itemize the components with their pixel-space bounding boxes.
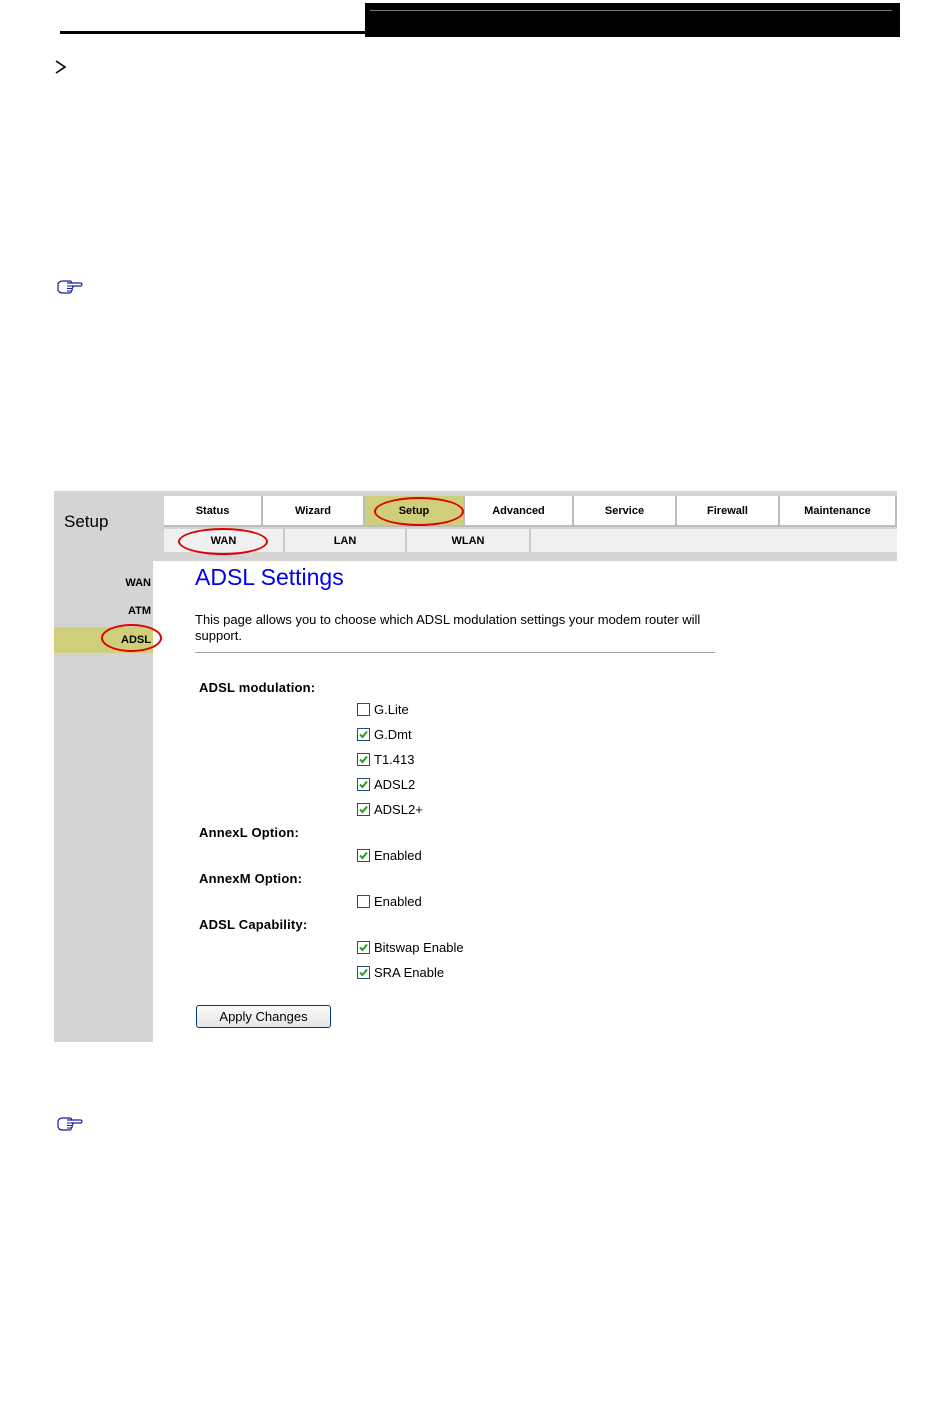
header-bar [365, 3, 900, 37]
sidebar-item-wan[interactable]: WAN [54, 570, 153, 596]
pointing-hand-icon [56, 279, 84, 295]
ui-section-title: Setup [64, 512, 109, 531]
checkbox-box[interactable] [357, 803, 370, 816]
checkbox-label: Enabled [374, 848, 422, 863]
page-title: ADSL Settings [195, 564, 344, 590]
checkmark-icon [359, 851, 368, 860]
checkbox-gdmt[interactable]: G.Dmt [357, 727, 412, 742]
subtab-lan[interactable]: LAN [285, 529, 407, 552]
sub-tabs: WAN LAN WLAN [164, 529, 897, 552]
tab-status[interactable]: Status [164, 496, 263, 527]
checkbox-label: Enabled [374, 894, 422, 909]
checkmark-icon [359, 780, 368, 789]
checkbox-label: G.Dmt [374, 727, 412, 742]
checkbox-box[interactable] [357, 703, 370, 716]
annotation-circle-wan [178, 528, 268, 555]
checkbox-adsl2plus[interactable]: ADSL2+ [357, 802, 423, 817]
checkbox-box[interactable] [357, 753, 370, 766]
capability-label: ADSL Capability: [199, 917, 308, 932]
checkbox-box[interactable] [357, 728, 370, 741]
sidebar-item-atm[interactable]: ATM [54, 598, 153, 624]
checkmark-icon [359, 943, 368, 952]
subtab-wlan[interactable]: WLAN [407, 529, 531, 552]
checkbox-label: T1.413 [374, 752, 415, 767]
checkbox-adsl2[interactable]: ADSL2 [357, 777, 415, 792]
modulation-label: ADSL modulation: [199, 680, 316, 695]
divider [195, 652, 715, 653]
checkbox-t1413[interactable]: T1.413 [357, 752, 414, 767]
checkbox-label: Bitswap Enable [374, 940, 464, 955]
checkbox-annexl-enabled[interactable]: Enabled [357, 848, 422, 863]
checkbox-label: G.Lite [374, 702, 409, 717]
checkbox-box[interactable] [357, 778, 370, 791]
checkmark-icon [359, 968, 368, 977]
checkbox-label: SRA Enable [374, 965, 445, 980]
main-tabs: Status Wizard Setup Advanced Service Fir… [164, 496, 897, 527]
annexm-label: AnnexM Option: [199, 871, 303, 886]
checkmark-icon [359, 755, 368, 764]
tab-advanced[interactable]: Advanced [465, 496, 574, 527]
annotation-circle-adsl [101, 624, 162, 652]
tab-wizard[interactable]: Wizard [263, 496, 365, 527]
router-web-ui: Setup Status Wizard Setup Advanced Servi… [54, 491, 897, 1042]
apply-changes-button[interactable]: Apply Changes [196, 1005, 331, 1028]
pointing-hand-icon [56, 1116, 84, 1132]
tab-service[interactable]: Service [574, 496, 677, 527]
arrowhead-bullet-icon [55, 60, 67, 78]
header-rule [60, 31, 365, 34]
checkbox-box[interactable] [357, 895, 370, 908]
checkbox-label: ADSL2+ [374, 802, 423, 817]
checkbox-bitswap[interactable]: Bitswap Enable [357, 940, 464, 955]
header-bar-inner-rule [370, 10, 892, 11]
checkbox-box[interactable] [357, 966, 370, 979]
tab-firewall[interactable]: Firewall [677, 496, 780, 527]
annotation-circle-setup [374, 497, 464, 526]
annexl-label: AnnexL Option: [199, 825, 300, 840]
checkmark-icon [359, 805, 368, 814]
tab-maintenance[interactable]: Maintenance [780, 496, 897, 527]
subtab-spacer [531, 529, 897, 552]
checkbox-sra[interactable]: SRA Enable [357, 965, 444, 980]
page-description: This page allows you to choose which ADS… [195, 612, 701, 643]
checkbox-annexm-enabled[interactable]: Enabled [357, 894, 422, 909]
checkbox-label: ADSL2 [374, 777, 416, 792]
checkmark-icon [359, 730, 368, 739]
checkbox-glite[interactable]: G.Lite [357, 702, 409, 717]
checkbox-box[interactable] [357, 941, 370, 954]
checkbox-box[interactable] [357, 849, 370, 862]
